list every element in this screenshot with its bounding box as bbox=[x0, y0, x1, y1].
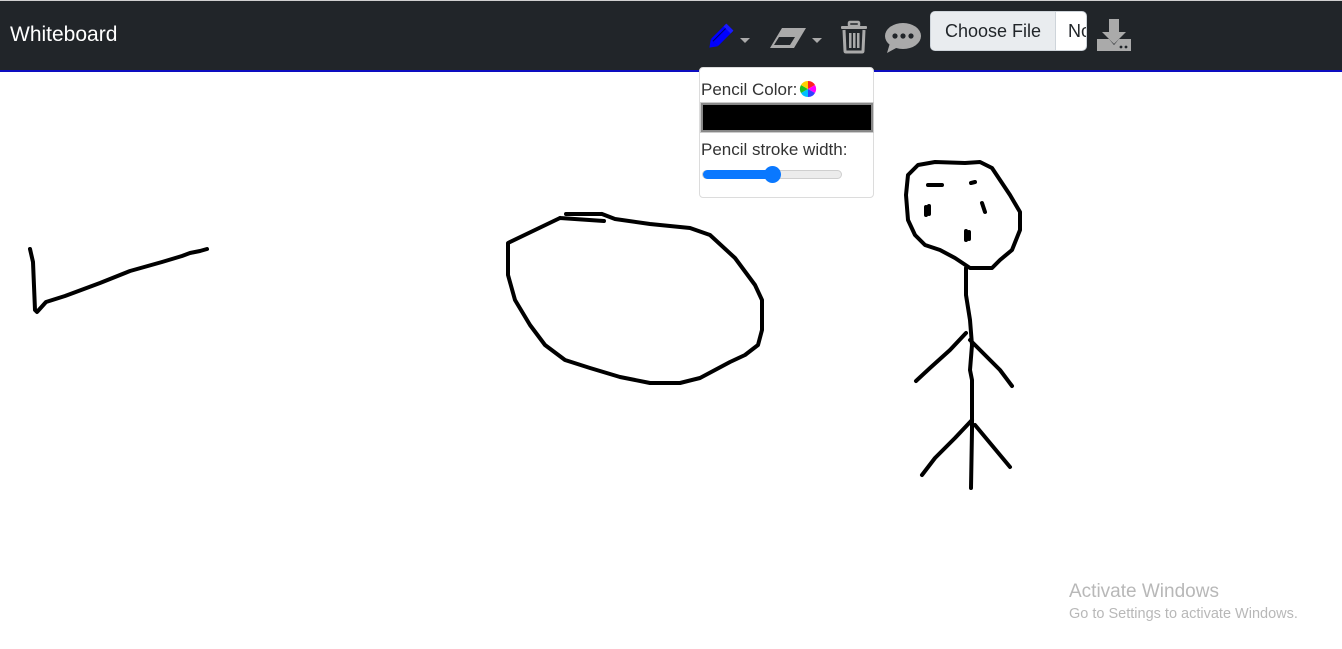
pencil-icon bbox=[709, 23, 734, 48]
stick-figure-head bbox=[904, 160, 1022, 270]
eraser-icon bbox=[770, 28, 806, 48]
pencil-color-label: Pencil Color: bbox=[701, 80, 817, 100]
file-input[interactable]: Choose File No bbox=[930, 11, 1087, 51]
watermark-title: Activate Windows bbox=[1069, 581, 1219, 602]
oval-stroke bbox=[506, 212, 764, 385]
pencil-tool-button[interactable] bbox=[704, 19, 750, 55]
eraser-tool-button[interactable] bbox=[768, 19, 822, 55]
eraser-dropdown-caret[interactable] bbox=[812, 37, 822, 43]
pencil-dropdown-caret[interactable] bbox=[740, 37, 750, 43]
navbar: Whiteboard Choose File N bbox=[0, 0, 1342, 72]
app-brand[interactable]: Whiteboard bbox=[10, 23, 117, 47]
pencil-stroke-label: Pencil stroke width: bbox=[701, 140, 848, 159]
stick-figure-eyes-mouth bbox=[924, 180, 987, 242]
download-icon bbox=[1097, 19, 1131, 51]
file-name-label: No bbox=[1068, 20, 1086, 41]
pencil-options-popover: Pencil Color: Pencil stroke width: bbox=[699, 67, 874, 198]
color-wheel-icon[interactable] bbox=[799, 80, 817, 98]
stroke-width-slider-fill bbox=[703, 170, 772, 179]
pencil-color-swatch[interactable] bbox=[700, 102, 874, 133]
download-button[interactable] bbox=[1096, 17, 1132, 53]
activate-windows-watermark: Activate Windows Go to Settings to activ… bbox=[1069, 581, 1298, 622]
stick-figure-body bbox=[914, 266, 1014, 490]
speech-bubble-icon bbox=[885, 23, 921, 53]
chat-button[interactable] bbox=[884, 19, 922, 55]
choose-file-button[interactable]: Choose File bbox=[931, 12, 1057, 50]
watermark-subtitle: Go to Settings to activate Windows. bbox=[1069, 606, 1298, 622]
check-stroke bbox=[28, 247, 209, 314]
clear-button[interactable] bbox=[838, 19, 870, 55]
stroke-width-slider[interactable] bbox=[702, 166, 842, 183]
trash-icon bbox=[841, 20, 867, 54]
drawing-canvas[interactable] bbox=[0, 72, 1342, 649]
stroke-width-slider-thumb[interactable] bbox=[764, 166, 781, 183]
